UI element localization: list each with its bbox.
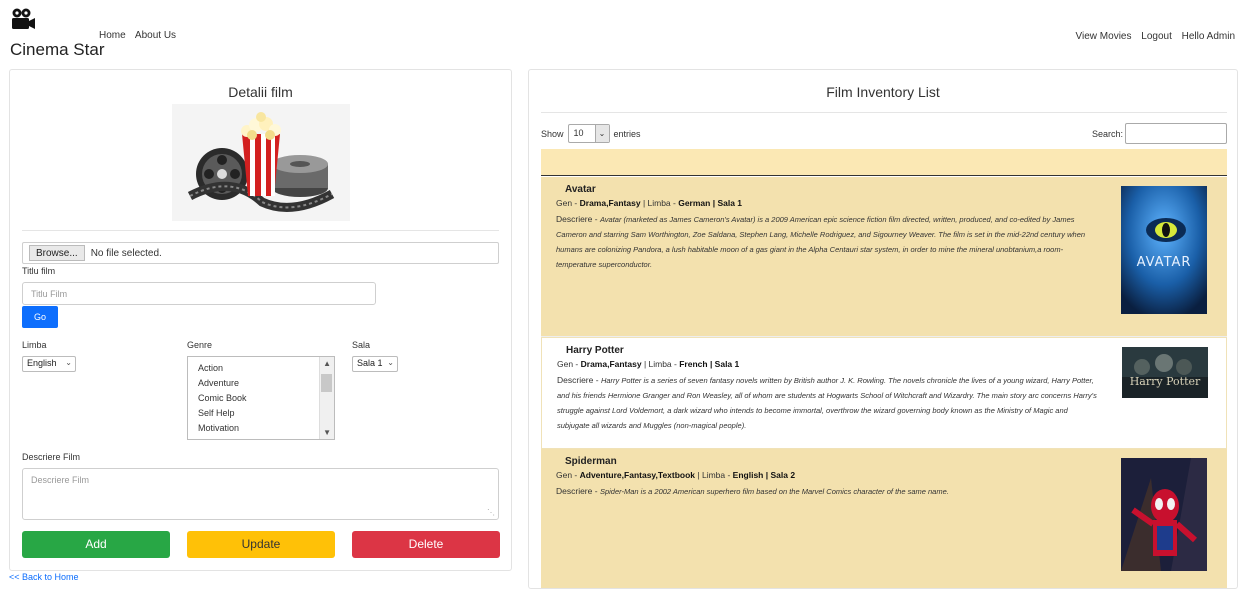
main-nav: Home About Us [99,30,183,41]
movie-description: Descriere - Harry Potter is a series of … [557,375,1097,430]
resize-grip-icon[interactable]: ⋱ [487,508,495,517]
nav-view-movies[interactable]: View Movies [1076,31,1132,42]
browse-button[interactable]: Browse... [29,245,85,261]
sala-label: Sala [352,340,371,350]
limba-selected: English [27,358,57,368]
descriere-label: Descriere Film [22,452,81,462]
genre-scrollbar[interactable]: ▲ ▼ [319,357,334,439]
genre-option[interactable]: Adventure [198,376,334,391]
entries-value: 10 [573,128,584,138]
user-nav: View Movies Logout Hello Admin [1076,31,1235,42]
go-button[interactable]: Go [22,306,58,328]
limba-label: Limba [22,340,47,350]
entries-length-control: Show 10 ⌄ entries [541,124,641,143]
table-row[interactable]: Avatar Gen - Drama,Fantasy | Limba - Ger… [541,177,1227,337]
movie-poster[interactable]: AVATAR [1121,186,1207,314]
genre-option[interactable]: Action [198,361,334,376]
harry-potter-poster-image: Harry Potter [1122,347,1208,398]
delete-button[interactable]: Delete [352,531,500,558]
chevron-down-icon: ⌄ [387,358,394,367]
poster-title-text: AVATAR [1137,255,1192,270]
film-details-card: Detalii film Browse... No file selected.… [9,69,512,571]
nav-home[interactable]: Home [99,30,126,41]
genre-option[interactable]: Comic Book [198,391,334,406]
movie-language: French [679,359,708,369]
movie-camera-icon [12,8,35,29]
sala-select[interactable]: Sala 1 ⌄ [352,356,398,372]
nav-logout[interactable]: Logout [1141,31,1172,42]
spiderman-poster-image [1121,458,1207,571]
movie-hall: | Sala 2 [765,470,796,480]
genre-listbox[interactable]: Action Adventure Comic Book Self Help Mo… [187,356,335,440]
movie-poster[interactable] [1121,458,1207,571]
film-image-preview [172,104,350,221]
movie-genre: Drama,Fantasy [580,359,642,369]
nav-hello-admin[interactable]: Hello Admin [1182,31,1235,42]
movie-hall: | Sala 1 [712,198,743,208]
brand-name: Cinema Star [10,40,105,59]
update-button[interactable]: Update [187,531,335,558]
descriere-placeholder: Descriere Film [31,475,90,485]
entries-label: entries [613,128,641,139]
limba-select[interactable]: English ⌄ [22,356,76,372]
form-title: Detalii film [228,84,293,100]
movie-description: Descriere - Spider-Man is a 2002 America… [556,486,949,496]
file-status: No file selected. [90,247,162,259]
search-input[interactable] [1125,123,1227,144]
movie-title: Spiderman [565,456,617,467]
genre-option[interactable]: Motivation [198,421,334,436]
movie-title: Harry Potter [566,345,624,356]
show-label: Show [541,128,564,139]
movie-meta: Gen - Adventure,Fantasy,Textbook | Limba… [556,470,796,480]
film-inventory-card: Film Inventory List Show 10 ⌄ entries Se… [528,69,1238,589]
table-row[interactable]: Spiderman Gen - Adventure,Fantasy,Textbo… [541,449,1227,588]
table-row[interactable]: Harry Potter Gen - Drama,Fantasy | Limba… [541,337,1227,449]
inventory-title: Film Inventory List [826,84,940,100]
title-label: Titlu film [22,266,56,276]
movie-poster[interactable]: Harry Potter [1122,347,1208,398]
movie-hall: | Sala 1 [709,359,740,369]
movie-genre: Drama,Fantasy [579,198,641,208]
descriere-textarea[interactable]: Descriere Film ⋱ [22,468,499,520]
genre-option[interactable]: Self Help [198,406,334,421]
poster-file-input[interactable]: Browse... No file selected. [22,242,499,264]
popcorn-film-image [187,112,335,212]
movie-language: German [678,198,711,208]
movie-description: Descriere - Avatar (marketed as James Ca… [556,214,1086,269]
title-input[interactable]: Titlu Film [22,282,376,305]
nav-about-us[interactable]: About Us [135,30,176,41]
poster-title-text: Harry Potter [1130,375,1201,388]
chevron-down-icon: ⌄ [65,358,72,367]
back-to-home-link[interactable]: << Back to Home [9,572,79,582]
sala-selected: Sala 1 [357,358,383,368]
movie-meta: Gen - Drama,Fantasy | Limba - German | S… [556,198,743,208]
movie-genre: Adventure,Fantasy,Textbook [579,470,696,480]
chevron-down-icon[interactable]: ▼ [323,428,331,437]
entries-select[interactable]: 10 ⌄ [567,124,610,143]
table-search: Search: [1092,123,1227,144]
movie-meta: Gen - Drama,Fantasy | Limba - French | S… [557,359,740,369]
genre-label: Genre [187,340,213,350]
chevron-down-icon: ⌄ [594,125,609,142]
table-header[interactable] [541,149,1227,176]
movie-title: Avatar [565,184,596,195]
chevron-up-icon[interactable]: ▲ [323,359,331,368]
avatar-poster-image: AVATAR [1121,186,1207,314]
movie-language: English [732,470,764,480]
add-button[interactable]: Add [22,531,170,558]
scroll-thumb[interactable] [321,374,332,392]
search-label: Search: [1091,128,1123,139]
